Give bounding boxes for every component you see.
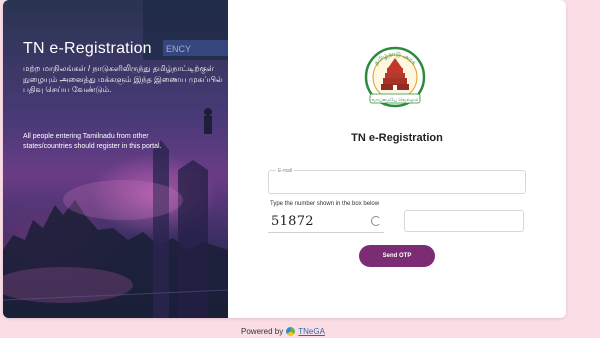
email-field[interactable]: E-mail <box>268 168 526 194</box>
emblem-bottom-text: வாய்மையே வெல்லும் <box>372 97 419 103</box>
captcha-label: Type the number shown in the box below <box>270 201 380 207</box>
captcha-image: 51872 <box>268 210 384 233</box>
footer: Powered by TNeGA <box>241 327 325 336</box>
banner-text: ENCY <box>166 44 191 54</box>
captcha-input[interactable] <box>404 210 524 232</box>
tnega-logo-icon <box>286 327 296 336</box>
form-panel: தமிழ்நாடு அரசு வாய்மையே வெல்லும் TN e-Re… <box>228 0 566 318</box>
email-label: E-mail <box>276 168 295 174</box>
send-otp-button[interactable]: Send OTP <box>359 245 435 267</box>
tamilnadu-emblem-icon: தமிழ்நாடு அரசு வாய்மையே வெல்லும் <box>364 46 426 108</box>
left-hero-panel: ENCY TN e-Registration மற்ற மாநிலங்கள் /… <box>3 0 228 318</box>
registration-card: ENCY TN e-Registration மற்ற மாநிலங்கள் /… <box>3 0 566 318</box>
powered-by-text: Powered by <box>241 327 284 336</box>
tnega-link[interactable]: TNeGA <box>298 327 325 336</box>
left-title: TN e-Registration <box>23 40 152 57</box>
refresh-icon[interactable] <box>371 216 381 226</box>
captcha-value: 51872 <box>271 214 314 229</box>
english-instruction-text: All people entering Tamilnadu from other… <box>23 133 162 150</box>
tamil-instruction-text: மற்ற மாநிலங்கள் / நாடுகளிலிருந்து தமிழ்ந… <box>23 64 223 94</box>
form-title: TN e-Registration <box>351 132 443 144</box>
